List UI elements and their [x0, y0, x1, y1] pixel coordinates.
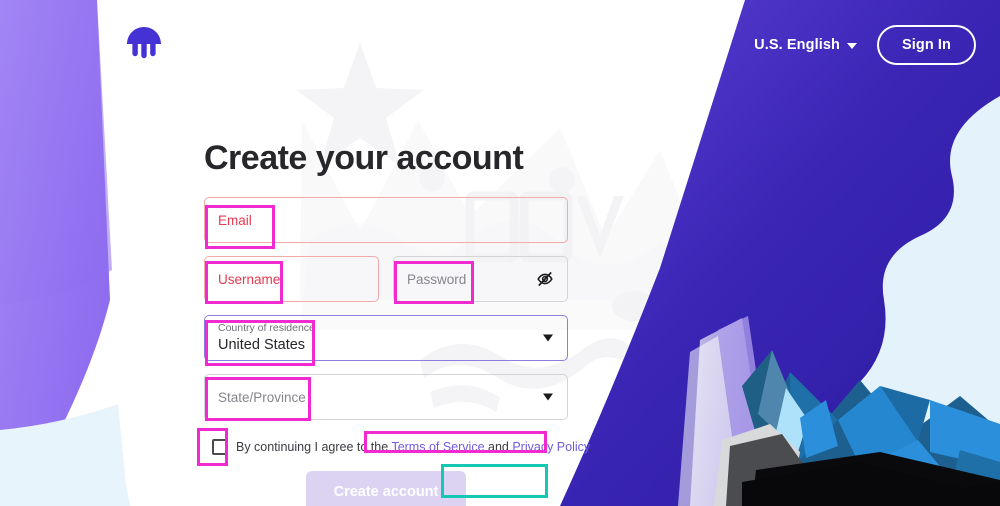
page-header: U.S. English Sign In — [0, 0, 1000, 92]
terms-checkbox[interactable] — [212, 439, 228, 456]
password-label: Password — [407, 271, 467, 287]
privacy-policy-link[interactable]: Privacy Policy — [512, 440, 589, 454]
sign-in-button[interactable]: Sign In — [876, 25, 976, 65]
country-value: United States — [218, 337, 306, 354]
submit-row: Create account — [204, 471, 568, 506]
terms-prefix: By continuing I agree to the — [236, 440, 392, 455]
email-field[interactable]: Email — [204, 197, 568, 244]
terms-row: By continuing I agree to the Terms of Se… — [212, 433, 593, 461]
kraken-logo-icon — [127, 27, 161, 59]
language-selector[interactable]: U.S. English — [752, 33, 859, 57]
username-password-row: Username Password — [204, 256, 568, 303]
chevron-down-icon — [846, 43, 857, 49]
state-select[interactable]: State/Province — [204, 374, 568, 421]
kraken-logo[interactable] — [126, 26, 162, 60]
username-label: Username — [218, 271, 281, 287]
create-account-button[interactable]: Create account — [305, 471, 467, 506]
state-label: State/Province — [218, 389, 306, 405]
terms-suffix: . — [589, 440, 593, 455]
chevron-down-icon — [543, 334, 553, 342]
page-title: Create your account — [204, 139, 524, 177]
username-field[interactable]: Username — [204, 256, 379, 303]
eye-slash-icon[interactable] — [535, 269, 555, 289]
email-label: Email — [218, 212, 252, 228]
password-field[interactable]: Password — [393, 256, 568, 303]
chevron-down-icon — [543, 393, 553, 401]
country-label: Country of residence — [218, 322, 315, 335]
language-label: U.S. English — [754, 37, 840, 53]
signup-page: U.S. English Sign In Create your account… — [0, 0, 1000, 506]
terms-of-service-link[interactable]: Terms of Service — [391, 440, 484, 454]
country-label-group: Country of residence United States — [205, 322, 315, 354]
header-actions: U.S. English Sign In — [752, 25, 976, 65]
signup-form: Create your account Email Username Passw… — [204, 139, 593, 506]
country-select[interactable]: Country of residence United States — [204, 315, 568, 362]
terms-text: By continuing I agree to the Terms of Se… — [236, 440, 593, 454]
terms-conjunction: and — [484, 440, 513, 455]
